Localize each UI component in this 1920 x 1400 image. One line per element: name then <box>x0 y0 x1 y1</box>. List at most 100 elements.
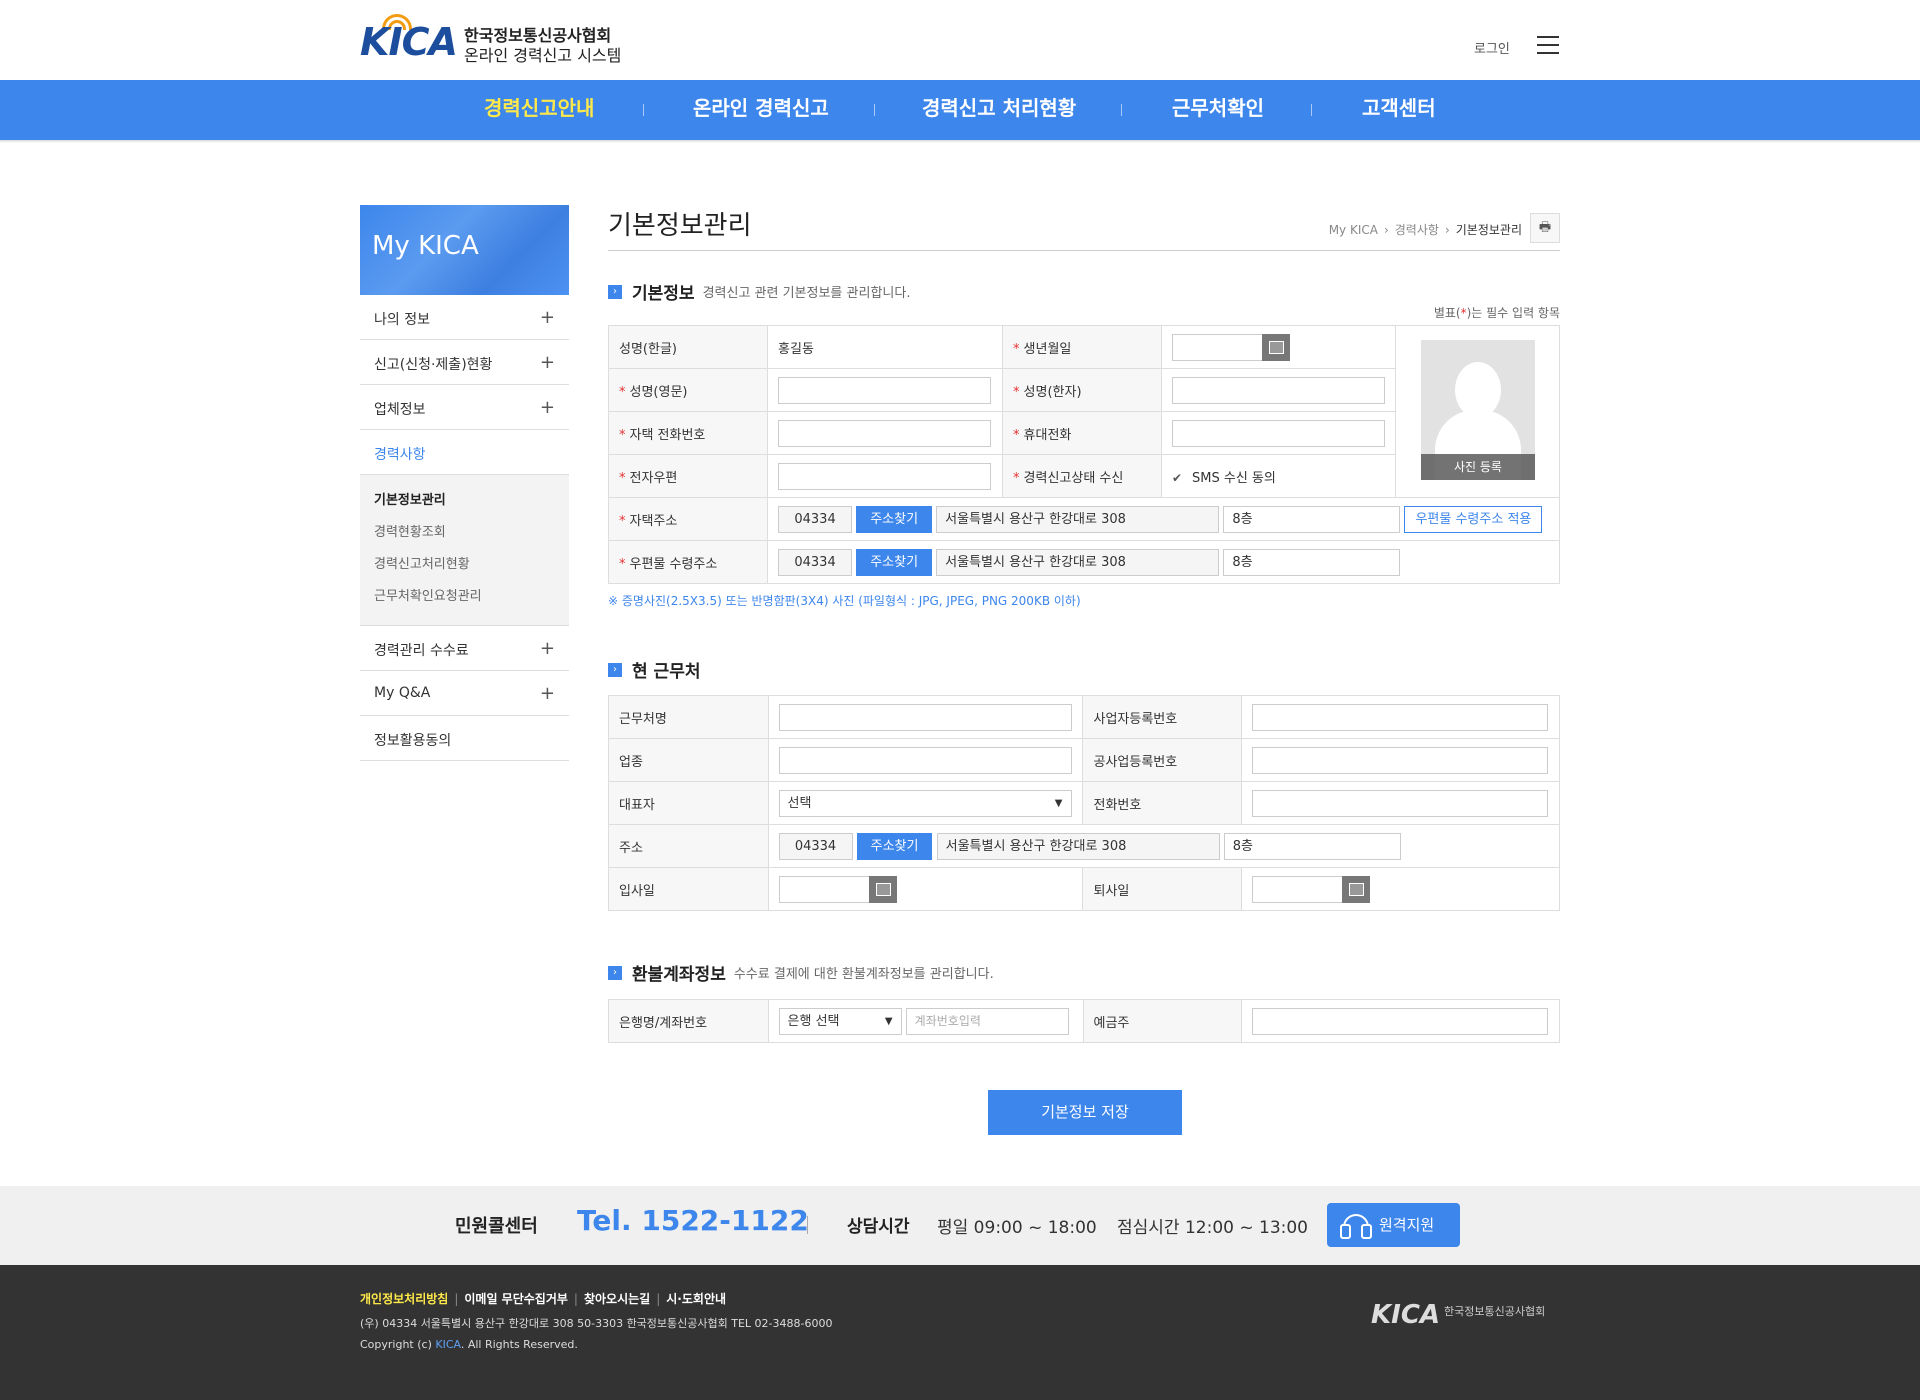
industry-input[interactable] <box>778 746 1072 774</box>
plus-icon[interactable]: + <box>540 307 555 328</box>
tel-input[interactable] <box>1251 789 1548 817</box>
home-addr1-input[interactable]: 서울특별시 용산구 한강대로 308 <box>936 505 1220 533</box>
photo-register-label[interactable]: 사진 등록 <box>1421 454 1535 480</box>
main-content: 기본정보관리 My KICA › 경력사항 › 기본정보관리 🖶 › 기본정보 경력신고 관… <box>607 205 1561 1135</box>
basic-info-table: 성명(한글) 홍길동 * 생년월일 사진 등록 * 성명(영문) * 성명(한자) *… <box>607 325 1560 584</box>
company-label: 근무처명 <box>608 695 769 739</box>
side-item-fee[interactable]: 경력관리 수수료 + <box>360 626 569 671</box>
side-sub-report-process[interactable]: 경력신고처리현황 <box>374 553 569 585</box>
footer-divider: | <box>454 1292 459 1306</box>
work-addr1-input[interactable]: 서울특별시 용산구 한강대로 308 <box>936 832 1220 860</box>
footer-link-directions[interactable]: 찾아오시는길 <box>584 1292 650 1306</box>
check-icon[interactable]: ✔ <box>1172 471 1186 485</box>
call-center-tel[interactable]: Tel. 1522-1122 <box>577 1204 809 1237</box>
ceo-select[interactable]: 선택 ▼ <box>778 789 1072 817</box>
status-recv-label: * 경력신고상태 수신 <box>1002 454 1162 498</box>
name-en-input[interactable] <box>778 376 992 404</box>
name-kr-label: 성명(한글) <box>607 325 769 369</box>
mail-find-address-button[interactable]: 주소찾기 <box>856 548 933 576</box>
home-phone-input[interactable] <box>778 419 992 447</box>
birth-input[interactable] <box>1172 333 1263 361</box>
nav-workplace-check[interactable]: 근무처확인 <box>1172 80 1264 140</box>
plus-icon[interactable]: + <box>540 683 555 704</box>
plus-icon[interactable]: + <box>540 397 555 418</box>
mail-zip-input[interactable]: 04334 <box>778 548 853 576</box>
calendar-icon[interactable] <box>1341 875 1370 903</box>
hours-value: 평일 09:00 ~ 18:00 <box>937 1218 1097 1238</box>
work-find-address-button[interactable]: 주소찾기 <box>856 832 933 860</box>
chevron-right-icon: › <box>608 662 622 677</box>
logo-mark: KICA <box>360 20 458 64</box>
footer-link-privacy[interactable]: 개인정보처리방침 <box>360 1292 448 1306</box>
chevron-right-icon: › <box>608 965 622 980</box>
side-item-qna[interactable]: My Q&A + <box>360 671 569 716</box>
leave-date-label: 퇴사일 <box>1082 867 1242 911</box>
biz-no-input[interactable] <box>1251 703 1548 731</box>
company-input[interactable] <box>778 703 1072 731</box>
side-item-consent[interactable]: 정보활용동의 <box>360 716 569 761</box>
mail-addr1-input[interactable]: 서울특별시 용산구 한강대로 308 <box>936 548 1220 576</box>
nav-career-guide[interactable]: 경력신고안내 <box>484 80 594 140</box>
apply-mail-address-button[interactable]: 우편물 수령주소 적용 <box>1404 505 1543 533</box>
footer-divider: | <box>656 1292 661 1306</box>
home-find-address-button[interactable]: 주소찾기 <box>856 505 933 533</box>
login-link[interactable]: 로그인 <box>1474 38 1510 57</box>
home-addr2-input[interactable]: 8층 <box>1223 505 1401 533</box>
bank-select[interactable]: 은행 선택 ▼ <box>778 1007 902 1035</box>
label-text: 자택 전화번호 <box>629 427 706 443</box>
nav-report-status[interactable]: 경력신고 처리현황 <box>922 80 1076 140</box>
plus-icon[interactable]: + <box>540 352 555 373</box>
nav-shadow <box>0 140 1920 143</box>
plus-icon[interactable]: + <box>540 638 555 659</box>
main-nav: 경력신고안내 온라인 경력신고 경력신고 처리현황 근무처확인 고객센터 <box>0 80 1920 140</box>
join-date-input[interactable] <box>778 875 870 903</box>
remote-support-button[interactable]: 원격지원 <box>1327 1203 1460 1247</box>
breadcrumb-item[interactable]: My KICA <box>1329 223 1378 237</box>
kica-logo[interactable]: KICA 한국정보통신공사협회 온라인 경력신고 시스템 <box>360 14 621 66</box>
nav-online-report[interactable]: 온라인 경력신고 <box>693 80 829 140</box>
mail-addr2-input[interactable]: 8층 <box>1223 548 1401 576</box>
side-item-report-status[interactable]: 신고(신청·제출)현황 + <box>360 340 569 385</box>
side-sub-basic-info[interactable]: 기본정보관리 <box>374 489 569 521</box>
menu-icon[interactable] <box>1537 36 1559 54</box>
account-input[interactable]: 계좌번호입력 <box>905 1007 1069 1035</box>
leave-date-input[interactable] <box>1251 875 1343 903</box>
email-input[interactable] <box>778 462 992 490</box>
print-icon[interactable]: 🖶 <box>1530 213 1560 243</box>
side-item-my-info[interactable]: 나의 정보 + <box>360 295 569 340</box>
work-addr-label: 주소 <box>608 824 769 868</box>
holder-input[interactable] <box>1252 1007 1548 1035</box>
work-zip-input[interactable]: 04334 <box>778 832 853 860</box>
footer-link-branches[interactable]: 시·도회안내 <box>666 1292 726 1306</box>
copyright-post: . All Rights Reserved. <box>460 1338 578 1351</box>
calendar-icon[interactable] <box>1262 333 1290 361</box>
chevron-right-icon: › <box>1383 223 1389 237</box>
nav-customer-center[interactable]: 고객센터 <box>1362 80 1436 140</box>
home-zip-input[interactable]: 04334 <box>778 505 853 533</box>
footer-link-email[interactable]: 이메일 무단수집거부 <box>464 1292 568 1306</box>
mobile-input[interactable] <box>1172 419 1385 447</box>
footer-copyright: Copyright (c) KICA. All Rights Reserved. <box>360 1338 578 1351</box>
photo-upload[interactable]: 사진 등록 <box>1421 340 1535 480</box>
save-basic-info-button[interactable]: 기본정보 저장 <box>988 1090 1182 1135</box>
headset-icon <box>1340 1214 1372 1239</box>
page-title-text: 기본정보관리 <box>608 211 752 241</box>
side-sub-workplace-request[interactable]: 근무처확인요청관리 <box>374 585 569 617</box>
side-item-career[interactable]: 경력사항 <box>360 430 569 475</box>
home-addr-label: * 자택주소 <box>607 497 769 541</box>
side-item-company-info[interactable]: 업체정보 + <box>360 385 569 430</box>
call-center-label: 민원콜센터 <box>455 1216 538 1237</box>
calendar-icon[interactable] <box>868 875 897 903</box>
sms-consent-label[interactable]: SMS 수신 동의 <box>1192 471 1276 486</box>
constr-no-input[interactable] <box>1251 746 1548 774</box>
breadcrumb-item[interactable]: 경력사항 <box>1395 223 1439 237</box>
side-item-label: 경력관리 수수료 <box>374 643 469 659</box>
name-hanja-input[interactable] <box>1172 376 1385 404</box>
section-desc: 경력신고 관련 기본정보를 관리합니다. <box>702 286 911 301</box>
select-value: 은행 선택 <box>787 1013 840 1029</box>
chevron-right-icon: › <box>1444 223 1450 237</box>
photo-notice: ※ 증명사진(2.5X3.5) 또는 반명함판(3X4) 사진 (파일형식 : … <box>608 594 1081 608</box>
side-sub-career-lookup[interactable]: 경력현황조회 <box>374 521 569 553</box>
work-addr2-input[interactable]: 8층 <box>1223 832 1401 860</box>
copyright-brand: KICA <box>435 1338 461 1351</box>
